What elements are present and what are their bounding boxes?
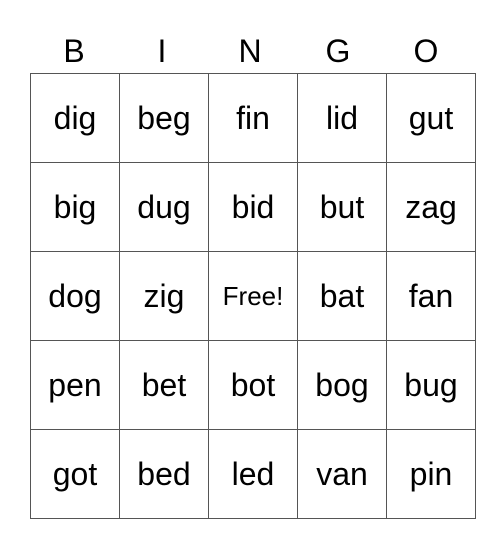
card-cell[interactable]: led bbox=[208, 429, 298, 519]
card-cell[interactable]: pen bbox=[30, 340, 120, 430]
card-cell[interactable]: bug bbox=[386, 340, 476, 430]
card-row: big dug bid but zag bbox=[30, 162, 476, 252]
card-cell[interactable]: gut bbox=[386, 73, 476, 163]
card-cell[interactable]: but bbox=[297, 162, 387, 252]
card-row: pen bet bot bog bug bbox=[30, 340, 476, 430]
card-cell[interactable]: dog bbox=[30, 251, 120, 341]
header-letter: I bbox=[157, 33, 167, 69]
bingo-card: dig beg fin lid gut big dug bid but zag … bbox=[30, 73, 476, 519]
card-cell[interactable]: dig bbox=[30, 73, 120, 163]
card-cell[interactable]: lid bbox=[297, 73, 387, 163]
card-cell[interactable]: bet bbox=[119, 340, 209, 430]
card-row: dog zig Free! bat fan bbox=[30, 251, 476, 341]
bingo-header: B I N G O bbox=[30, 30, 470, 73]
card-cell[interactable]: pin bbox=[386, 429, 476, 519]
header-letter: G bbox=[325, 33, 351, 69]
card-cell[interactable]: bat bbox=[297, 251, 387, 341]
card-cell[interactable]: beg bbox=[119, 73, 209, 163]
card-row: got bed led van pin bbox=[30, 429, 476, 519]
card-cell[interactable]: fan bbox=[386, 251, 476, 341]
card-cell[interactable]: fin bbox=[208, 73, 298, 163]
card-cell[interactable]: bot bbox=[208, 340, 298, 430]
card-cell[interactable]: bed bbox=[119, 429, 209, 519]
header-letter: B bbox=[63, 33, 85, 69]
header-letter: O bbox=[413, 33, 439, 69]
header-letter: N bbox=[238, 33, 262, 69]
card-cell[interactable]: zag bbox=[386, 162, 476, 252]
card-cell[interactable]: bog bbox=[297, 340, 387, 430]
card-cell[interactable]: got bbox=[30, 429, 120, 519]
card-row: dig beg fin lid gut bbox=[30, 73, 476, 163]
card-cell[interactable]: zig bbox=[119, 251, 209, 341]
card-cell[interactable]: big bbox=[30, 162, 120, 252]
card-cell[interactable]: dug bbox=[119, 162, 209, 252]
card-cell[interactable]: van bbox=[297, 429, 387, 519]
free-space-cell[interactable]: Free! bbox=[208, 251, 298, 341]
card-cell[interactable]: bid bbox=[208, 162, 298, 252]
